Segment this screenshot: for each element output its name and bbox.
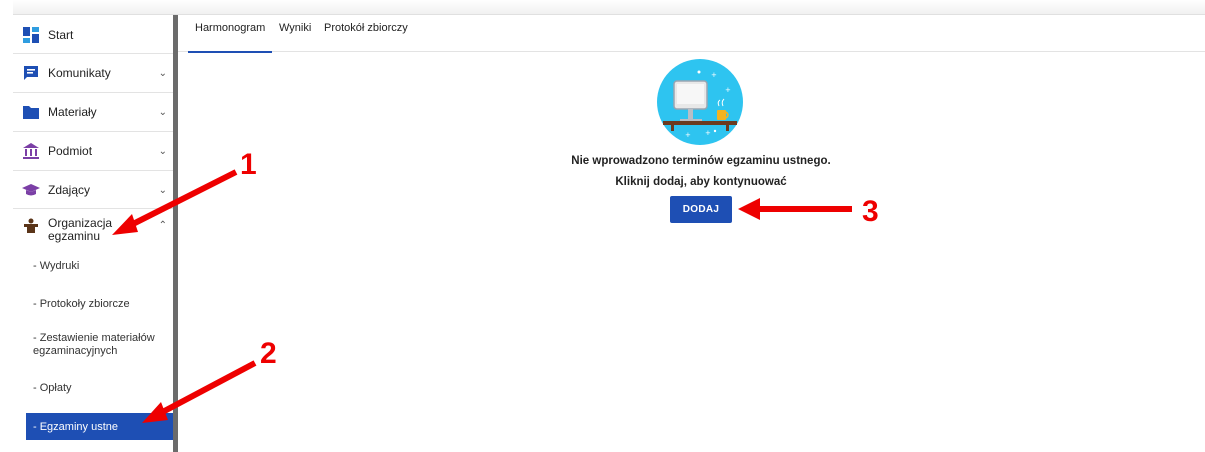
person-desk-icon <box>22 217 40 235</box>
divider <box>13 170 173 171</box>
graduation-cap-icon <box>22 181 40 199</box>
sidebar-item-label: Start <box>48 28 74 42</box>
sidebar-item-label: Komunikaty <box>48 66 111 80</box>
svg-text:+: + <box>725 86 731 94</box>
dashboard-icon <box>22 26 40 44</box>
divider <box>13 92 173 93</box>
add-button[interactable]: DODAJ <box>670 196 732 223</box>
sidebar-item-zdajacy[interactable]: Zdający ⌄ <box>13 178 173 202</box>
chevron-down-icon: ⌄ <box>158 184 167 196</box>
svg-text:+: + <box>711 71 717 79</box>
subitem-label: - Protokoły zbiorcze <box>33 298 130 310</box>
message-icon <box>22 64 40 82</box>
sidebar-item-komunikaty[interactable]: Komunikaty ⌄ <box>13 61 173 85</box>
tab-harmonogram[interactable]: Harmonogram <box>195 22 265 34</box>
empty-state-message: Nie wprowadzono terminów egzaminu ustneg… <box>571 155 831 167</box>
annotation-number-3: 3 <box>862 195 879 228</box>
sidebar-subitem-oplaty[interactable]: - Opłaty <box>13 382 173 398</box>
annotation-number-2: 2 <box>260 337 277 370</box>
sidebar-subitem-wydruki[interactable]: - Wydruki <box>13 260 173 276</box>
sidebar: Start Komunikaty ⌄ Materiały ⌄ Podmiot ⌄ <box>13 15 173 440</box>
sidebar-item-organizacja-egzaminu[interactable]: Organizacja egzaminu ⌃ <box>13 214 173 250</box>
subitem-label: - Opłaty <box>33 382 72 394</box>
sidebar-item-label: Organizacja egzaminu <box>48 216 113 243</box>
subitem-label: - Zestawienie materiałów egzaminacyjnych <box>33 332 155 357</box>
tab-bar: Harmonogram Wyniki Protokół zbiorczy <box>178 15 1205 53</box>
sidebar-item-label: Materiały <box>48 105 97 119</box>
divider <box>13 208 173 209</box>
tab-wyniki[interactable]: Wyniki <box>279 22 311 34</box>
empty-desk-illustration: + + + + <box>657 59 743 145</box>
svg-text:+: + <box>685 131 691 139</box>
divider <box>13 53 173 54</box>
sidebar-item-materialy[interactable]: Materiały ⌄ <box>13 100 173 124</box>
sidebar-item-label: Zdający <box>48 183 91 197</box>
svg-text:+: + <box>705 129 711 137</box>
active-tab-indicator <box>188 51 272 53</box>
empty-state-hint: Kliknij dodaj, aby kontynuować <box>615 176 787 188</box>
sidebar-item-start[interactable]: Start <box>13 23 173 47</box>
subitem-label: - Wydruki <box>33 260 80 272</box>
chevron-up-icon: ⌃ <box>158 220 167 231</box>
sidebar-subitem-egzaminy-ustne[interactable]: - Egzaminy ustne <box>26 413 173 440</box>
folder-icon <box>22 103 40 121</box>
chevron-down-icon: ⌄ <box>158 67 167 79</box>
top-bar <box>13 0 1205 15</box>
sidebar-item-label: Podmiot <box>48 144 93 158</box>
sidebar-subitem-protokoly[interactable]: - Protokoły zbiorcze <box>13 298 173 314</box>
annotation-arrows <box>112 169 852 423</box>
chevron-down-icon: ⌄ <box>158 145 167 157</box>
sidebar-scrollbar[interactable] <box>173 15 178 452</box>
institution-icon <box>22 142 40 160</box>
chevron-down-icon: ⌄ <box>158 106 167 118</box>
tab-protokol-zbiorczy[interactable]: Protokół zbiorczy <box>324 22 408 34</box>
sidebar-subitem-zestawienie[interactable]: - Zestawienie materiałów egzaminacyjnych <box>13 332 173 364</box>
annotation-number-1: 1 <box>240 148 257 181</box>
divider <box>13 131 173 132</box>
app-frame: Start Komunikaty ⌄ Materiały ⌄ Podmiot ⌄ <box>0 0 1205 452</box>
arrowhead-3 <box>738 198 760 220</box>
sidebar-item-podmiot[interactable]: Podmiot ⌄ <box>13 139 173 163</box>
subitem-label: - Egzaminy ustne <box>33 420 118 433</box>
